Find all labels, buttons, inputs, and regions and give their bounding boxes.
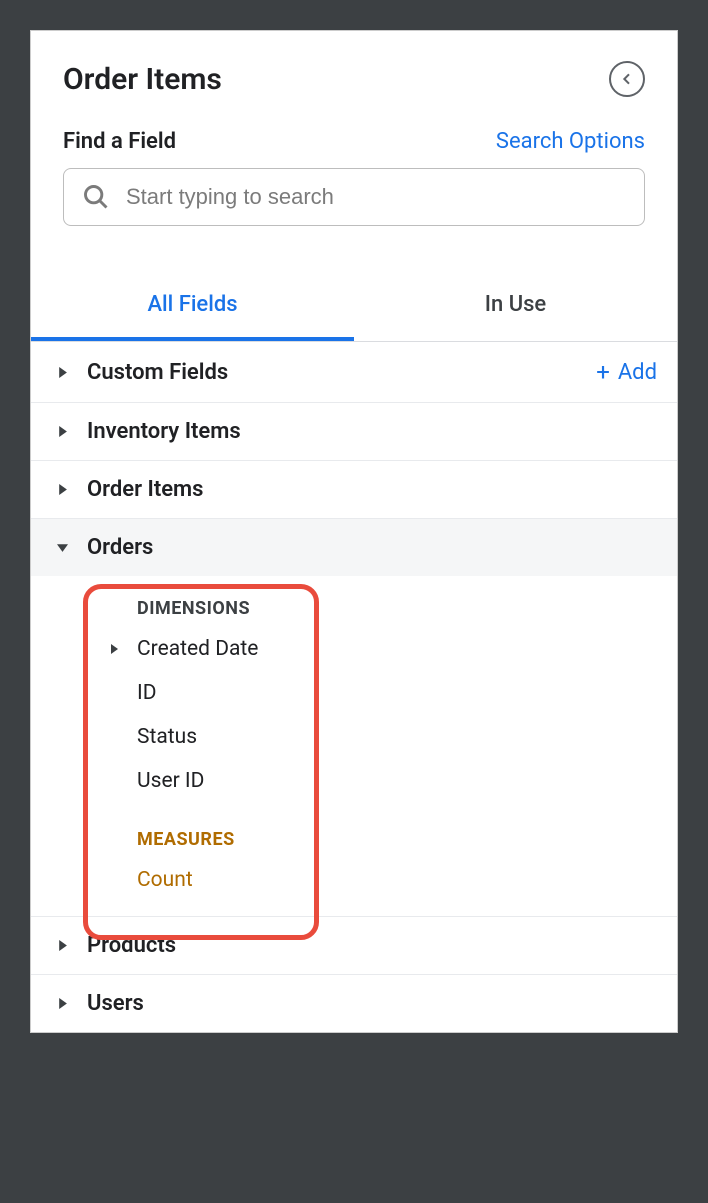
chevron-right-icon bbox=[51, 426, 73, 437]
tree-item-products[interactable]: Products bbox=[31, 917, 677, 975]
tree-item-label: Users bbox=[87, 991, 657, 1016]
tree-item-label: Custom Fields bbox=[87, 360, 596, 385]
field-tree: Custom Fields + Add Inventory Items Orde… bbox=[31, 342, 677, 1032]
search-options-link[interactable]: Search Options bbox=[496, 129, 645, 154]
tab-in-use[interactable]: In Use bbox=[354, 272, 677, 341]
field-status[interactable]: Status bbox=[31, 715, 677, 759]
tree-item-custom-fields[interactable]: Custom Fields + Add bbox=[31, 342, 677, 403]
search-labels: Find a Field Search Options bbox=[63, 129, 645, 154]
find-field-label: Find a Field bbox=[63, 129, 176, 154]
orders-subtree: DIMENSIONS Created Date ID Status User I… bbox=[31, 576, 677, 917]
tree-item-orders[interactable]: Orders bbox=[31, 519, 677, 576]
panel-title: Order Items bbox=[63, 62, 222, 97]
chevron-left-icon bbox=[619, 71, 635, 87]
tabs: All Fields In Use bbox=[31, 272, 677, 342]
field-label: ID bbox=[109, 681, 157, 705]
chevron-down-icon bbox=[51, 542, 73, 553]
field-user-id[interactable]: User ID bbox=[31, 759, 677, 803]
tree-item-label: Order Items bbox=[87, 477, 657, 502]
tab-all-fields[interactable]: All Fields bbox=[31, 272, 354, 341]
tree-item-inventory-items[interactable]: Inventory Items bbox=[31, 403, 677, 461]
field-id[interactable]: ID bbox=[31, 671, 677, 715]
field-count[interactable]: Count bbox=[31, 858, 677, 902]
field-created-date[interactable]: Created Date bbox=[31, 627, 677, 671]
field-label: User ID bbox=[109, 769, 204, 793]
panel-header: Order Items bbox=[31, 31, 677, 117]
tree-item-order-items[interactable]: Order Items bbox=[31, 461, 677, 519]
field-label: Created Date bbox=[137, 637, 258, 661]
tree-item-label: Products bbox=[87, 933, 657, 958]
tree-item-label: Inventory Items bbox=[87, 419, 657, 444]
add-label: Add bbox=[618, 360, 657, 385]
search-input[interactable] bbox=[126, 184, 626, 210]
chevron-right-icon bbox=[51, 998, 73, 1009]
search-icon bbox=[82, 183, 110, 211]
field-label: Status bbox=[109, 725, 197, 749]
field-label: Count bbox=[109, 868, 193, 892]
chevron-right-icon bbox=[109, 644, 137, 654]
tree-item-label: Orders bbox=[87, 535, 657, 560]
measures-header: MEASURES bbox=[31, 803, 677, 858]
tree-item-users[interactable]: Users bbox=[31, 975, 677, 1032]
search-box[interactable] bbox=[63, 168, 645, 226]
search-section: Find a Field Search Options bbox=[31, 117, 677, 250]
chevron-right-icon bbox=[51, 484, 73, 495]
plus-icon: + bbox=[596, 358, 610, 386]
back-button[interactable] bbox=[609, 61, 645, 97]
dimensions-header: DIMENSIONS bbox=[31, 588, 677, 627]
add-custom-field-button[interactable]: + Add bbox=[596, 358, 657, 386]
field-picker-panel: Order Items Find a Field Search Options … bbox=[30, 30, 678, 1033]
chevron-right-icon bbox=[51, 367, 73, 378]
chevron-right-icon bbox=[51, 940, 73, 951]
